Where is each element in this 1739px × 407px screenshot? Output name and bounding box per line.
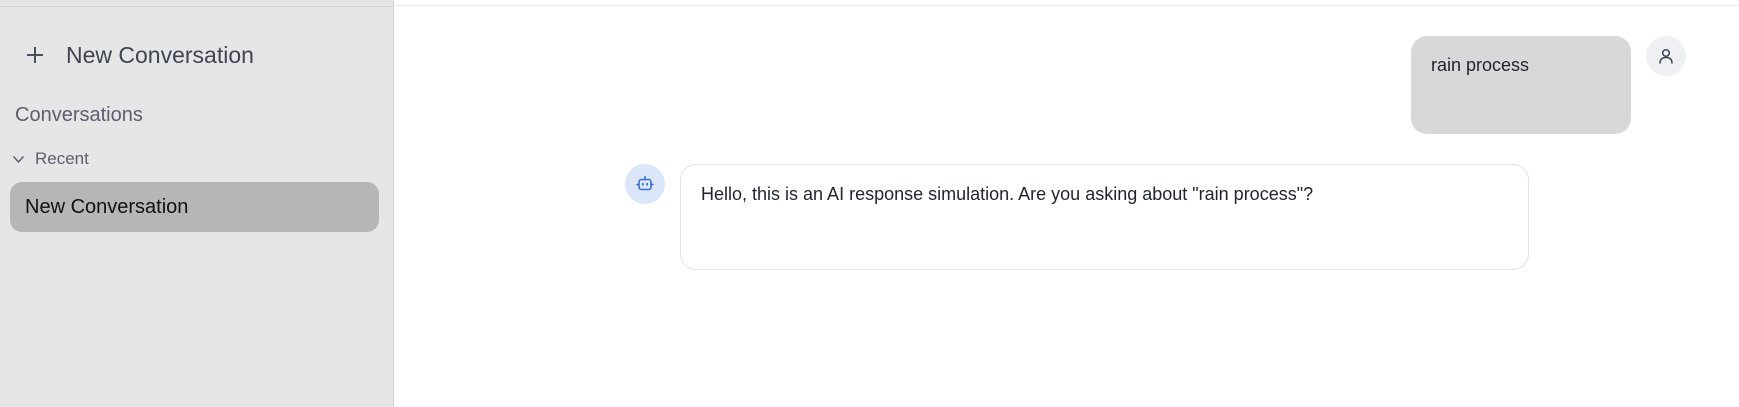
robot-icon: [636, 175, 654, 191]
assistant-avatar: [625, 164, 665, 204]
header-divider: [394, 5, 1739, 6]
new-conversation-button[interactable]: New Conversation: [26, 36, 254, 74]
new-conversation-label: New Conversation: [66, 41, 254, 68]
conversations-heading: Conversations: [15, 104, 143, 126]
chat-app: New Conversation Conversations Recent Ne…: [0, 0, 1739, 407]
recent-label: Recent: [35, 149, 89, 168]
conversation-item-label: New Conversation: [25, 195, 189, 218]
assistant-message-bubble: Hello, this is an AI response simulation…: [680, 164, 1529, 270]
sidebar-divider: [0, 6, 394, 7]
user-message-bubble: rain process: [1411, 36, 1631, 134]
chat-main: rain process Hello, this is an AI respon…: [394, 0, 1739, 407]
conversation-item[interactable]: New Conversation: [10, 182, 379, 232]
plus-icon: [26, 46, 44, 64]
chevron-down-icon: [13, 155, 24, 163]
assistant-message-text: Hello, this is an AI response simulation…: [701, 184, 1314, 204]
user-message-text: rain process: [1431, 55, 1530, 75]
recent-section-toggle[interactable]: Recent: [12, 149, 89, 169]
user-avatar: [1646, 36, 1686, 76]
user-icon: [1659, 48, 1673, 64]
sidebar: New Conversation Conversations Recent Ne…: [0, 0, 394, 407]
